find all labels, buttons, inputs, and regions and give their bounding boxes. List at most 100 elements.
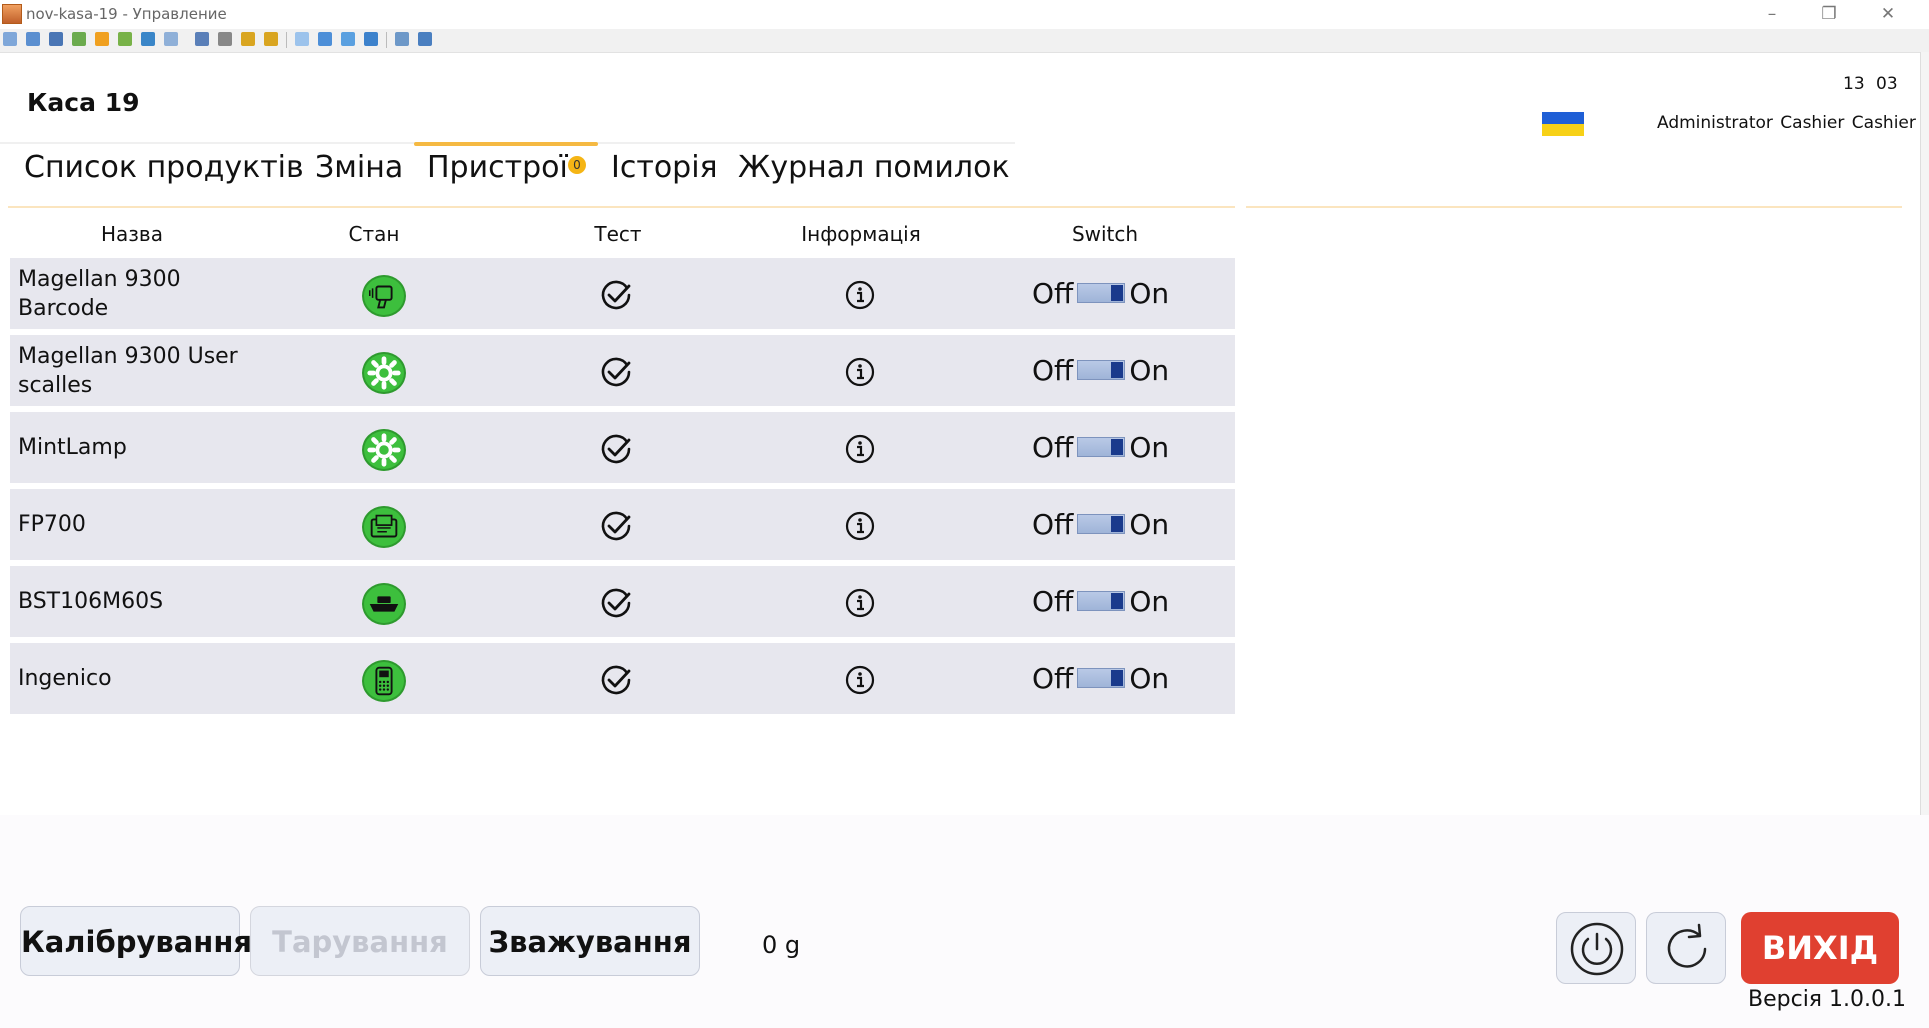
switch-toggle[interactable] [1077,668,1126,688]
switch-off-label: Off [1032,661,1074,695]
screen-icon[interactable] [3,32,17,46]
tab-devices[interactable]: Пристрої [427,150,568,185]
column-header-info: Інформація [801,222,921,246]
device-name: MintLamp [18,435,127,460]
folder-lock-icon[interactable] [241,32,255,46]
payment-terminal-icon [362,660,406,702]
switch-on-label: On [1129,430,1170,464]
users-icon[interactable] [118,32,132,46]
tab-error-log[interactable]: Журнал помилок [738,150,1010,185]
tab-history[interactable]: Історія [611,150,718,185]
device-switch[interactable]: Off On [1032,506,1169,542]
device-switch[interactable]: Off On [1032,275,1169,311]
monitor-icon[interactable] [26,32,40,46]
remote-toolbar [0,29,1929,53]
test-check-icon[interactable] [600,356,632,388]
device-switch[interactable]: Off On [1032,660,1169,696]
switch-toggle[interactable] [1077,283,1126,303]
switch-on-label: On [1129,276,1170,310]
test-check-icon[interactable] [600,279,632,311]
table-row: Magellan 9300 Barcode Off On [10,258,1235,329]
info-icon[interactable] [845,280,875,310]
transfer-icon[interactable] [72,32,86,46]
tare-button[interactable]: Тарування [250,906,470,976]
weigh-button[interactable]: Зважування [480,906,700,976]
table-row: Ingenico Off On [10,643,1235,714]
info-icon[interactable] [845,665,875,695]
switch-off-label: Off [1032,353,1074,387]
page-title: Каса 19 [27,88,140,117]
test-check-icon[interactable] [600,433,632,465]
devices-badge: 0 [568,156,586,174]
fit-screen-icon[interactable] [318,32,332,46]
minimize-icon[interactable]: – [1752,2,1792,26]
tab-shift[interactable]: Зміна [315,150,403,185]
info-icon[interactable] [845,357,875,387]
info-icon[interactable] [845,588,875,618]
terminal-icon[interactable] [49,32,63,46]
test-check-icon[interactable] [600,664,632,696]
active-tab-indicator [414,142,598,146]
table-separator [8,206,1235,208]
device-switch[interactable]: Off On [1032,583,1169,619]
gear-icon [362,429,406,471]
switch-toggle[interactable] [1077,514,1126,534]
power-button[interactable] [1556,912,1636,984]
close-icon[interactable]: ✕ [1868,2,1908,26]
calibrate-button[interactable]: Калібрування [20,906,252,976]
column-header-status: Стан [348,222,400,246]
tools-icon[interactable] [418,32,432,46]
phone-icon[interactable] [141,32,155,46]
test-check-icon[interactable] [600,510,632,542]
app-icon [2,4,22,24]
tab-products[interactable]: Список продуктів [24,150,304,185]
table-row: MintLamp Off On [10,412,1235,483]
switch-on-label: On [1129,353,1170,387]
weight-value: 0 g [762,931,801,959]
chat-icon[interactable] [164,32,178,46]
fullscreen-icon[interactable] [341,32,355,46]
info-icon[interactable] [845,511,875,541]
user-label: Administrator Cashier Cashier [1657,113,1916,133]
switch-toggle[interactable] [1077,437,1126,457]
scale-icon[interactable] [364,32,378,46]
device-name: BST106M60S [18,589,164,614]
person-icon[interactable] [195,32,209,46]
scale-icon [362,583,406,625]
switch-off-label: Off [1032,584,1074,618]
window-title-bar: nov-kasa-19 - Управление – ❐ ✕ [0,0,1929,29]
toolbar-separator [386,32,387,48]
switch-off-label: Off [1032,430,1074,464]
fiscal-printer-icon [362,506,406,548]
switch-on-label: On [1129,584,1170,618]
window-title: nov-kasa-19 - Управление [26,5,227,23]
column-header-test: Тест [594,222,642,246]
test-check-icon[interactable] [600,587,632,619]
switch-toggle[interactable] [1077,360,1126,380]
device-name: Magellan 9300 Barcode [18,266,181,321]
people-icon[interactable] [218,32,232,46]
device-name: Magellan 9300 User scalles [18,343,238,398]
power-icon [1570,922,1624,976]
exit-button[interactable]: ВИХІД [1741,912,1899,984]
table-row: BST106M60S Off On [10,566,1235,637]
lock-icon[interactable] [95,32,109,46]
switch-on-label: On [1129,507,1170,541]
device-name: FP700 [18,512,86,537]
restore-icon[interactable]: ❐ [1809,2,1849,26]
refresh-button[interactable] [1646,912,1726,984]
side-separator [1246,206,1902,208]
folder-lock-icon[interactable] [264,32,278,46]
info-icon[interactable] [845,434,875,464]
switch-off-label: Off [1032,507,1074,541]
copy-icon[interactable] [395,32,409,46]
window-icon[interactable] [295,32,309,46]
table-row: FP700 Off On [10,489,1235,560]
device-switch[interactable]: Off On [1032,429,1169,465]
version-label: Версія 1.0.0.1 [1748,987,1906,1012]
refresh-icon [1667,923,1707,968]
switch-toggle[interactable] [1077,591,1126,611]
column-header-switch: Switch [1071,222,1139,246]
device-switch[interactable]: Off On [1032,352,1169,388]
column-header-name: Назва [101,222,163,246]
